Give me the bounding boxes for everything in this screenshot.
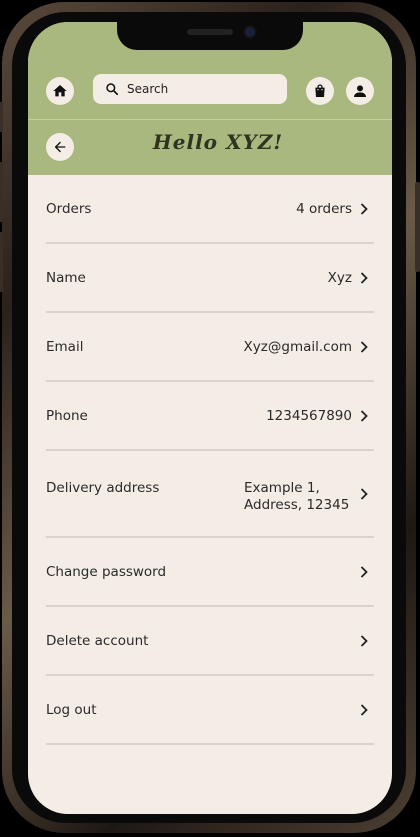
back-arrow-icon [54, 141, 66, 153]
search-icon [105, 81, 121, 97]
chevron-right-icon [360, 271, 368, 284]
delete-account-row[interactable]: Delete account [46, 607, 374, 676]
volume-down-button [0, 232, 3, 292]
row-value: Xyz [327, 269, 352, 286]
row-label: Delivery address [46, 480, 160, 496]
row-value: Xyz@gmail.com [243, 338, 352, 355]
row-value: 1234567890 [266, 407, 352, 424]
chevron-right-icon [360, 202, 368, 215]
row-value: 4 orders [296, 200, 352, 217]
phone-row[interactable]: Phone 1234567890 [46, 382, 374, 451]
name-row[interactable]: Name Xyz [46, 244, 374, 313]
chevron-right-icon [360, 634, 368, 647]
chevron-right-icon [360, 409, 368, 422]
search-placeholder: Search [127, 82, 169, 96]
row-label: Log out [46, 701, 97, 718]
row-label: Delete account [46, 632, 149, 649]
power-button [415, 182, 420, 272]
front-camera [245, 27, 255, 37]
account-icon [354, 85, 366, 97]
shopping-bag-icon [315, 84, 325, 97]
row-label: Change password [46, 563, 167, 580]
search-bar[interactable]: Search [93, 74, 287, 104]
account-button[interactable] [346, 77, 374, 105]
account-settings-list: Orders 4 orders Name Xyz Email Xyz@gmail… [46, 175, 374, 745]
row-label: Email [46, 338, 84, 355]
greeting-title: Hello XYZ! [152, 130, 284, 154]
cart-button[interactable] [306, 77, 334, 105]
log-out-row[interactable]: Log out [46, 676, 374, 745]
header-divider [28, 119, 392, 120]
back-button[interactable] [46, 133, 74, 161]
delivery-address-row[interactable]: Delivery address Example 1, Address, 123… [46, 451, 374, 538]
chevron-right-icon [360, 703, 368, 716]
chevron-right-icon [360, 340, 368, 353]
volume-up-button [0, 162, 3, 222]
chevron-right-icon [360, 488, 368, 500]
mute-switch [0, 102, 3, 132]
row-label: Orders [46, 200, 92, 217]
row-label: Phone [46, 407, 88, 424]
home-button[interactable] [46, 77, 74, 105]
chevron-right-icon [360, 565, 368, 578]
notch [117, 22, 303, 50]
row-value: Example 1, Address, 12345 [244, 480, 350, 513]
screen: Search Hello XYZ! Orders 4 orders Name X… [28, 22, 392, 814]
row-label: Name [46, 269, 86, 286]
speaker [187, 29, 233, 35]
change-password-row[interactable]: Change password [46, 538, 374, 607]
email-row[interactable]: Email Xyz@gmail.com [46, 313, 374, 382]
orders-row[interactable]: Orders 4 orders [46, 175, 374, 244]
home-icon [53, 85, 67, 97]
